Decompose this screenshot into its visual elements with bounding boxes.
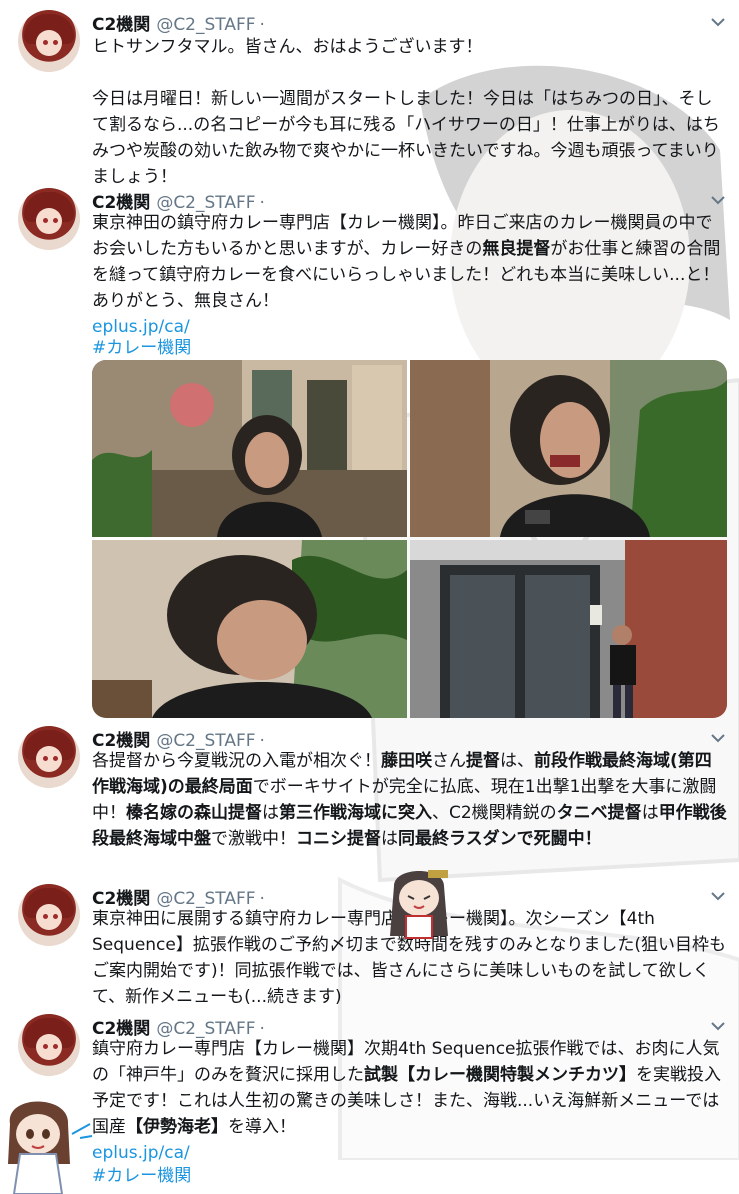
chevron-down-icon[interactable]	[708, 14, 728, 30]
hashtag-link[interactable]: #カレー機関	[92, 335, 728, 361]
avatar[interactable]	[18, 884, 80, 946]
avatar[interactable]	[18, 10, 80, 72]
separator-dot: ·	[259, 15, 265, 35]
tweet-header: C2機関 @C2_STAFF ·	[92, 188, 265, 213]
user-handle[interactable]: @C2_STAFF	[156, 15, 255, 35]
avatar[interactable]	[18, 726, 80, 788]
tweet-text: 東京神田に展開する鎮守府カレー専門店【カレー機関】。次シーズン【4th Sequ…	[92, 909, 726, 1007]
tweet[interactable]: C2機関 @C2_STAFF · 東京神田に展開する鎮守府カレー専門店【カレー機関】…	[0, 884, 739, 1009]
display-name[interactable]: C2機関	[92, 15, 150, 35]
chevron-down-icon[interactable]	[708, 1018, 728, 1034]
tweet-text: 鎮守府カレー専門店【カレー機関】次期4th Sequence拡張作戦では、お肉に…	[92, 1039, 721, 1137]
avatar[interactable]	[18, 188, 80, 250]
photo[interactable]	[92, 540, 407, 718]
tweet[interactable]: C2機関 @C2_STAFF · 各提督から今夏戦況の入電が相次ぐ！藤田咲さん提督は…	[0, 726, 739, 876]
tweet[interactable]: C2機関 @C2_STAFF · ヒトサンフタマル。皆さん、おはようございます！ 今…	[0, 10, 739, 187]
tweet[interactable]: C2機関 @C2_STAFF · 鎮守府カレー専門店【カレー機関】次期4th Seq…	[0, 1014, 739, 1194]
tweet-header: C2機関 @C2_STAFF ·	[92, 1014, 265, 1039]
avatar[interactable]	[18, 1014, 80, 1076]
tweet-header: C2機関 @C2_STAFF ·	[92, 10, 265, 35]
tweet-header: C2機関 @C2_STAFF ·	[92, 726, 265, 751]
tweet-text: ヒトサンフタマル。皆さん、おはようございます！ 今日は月曜日！新しい一週間がスタ…	[92, 37, 720, 187]
photo[interactable]	[410, 360, 727, 537]
tweet-header: C2機関 @C2_STAFF ·	[92, 884, 265, 909]
chevron-down-icon[interactable]	[708, 730, 728, 746]
tweet[interactable]: C2機関 @C2_STAFF · 東京神田の鎮守府カレー専門店【カレー機関】。昨日ご…	[0, 188, 739, 723]
tweet-text: 東京神田の鎮守府カレー専門店【カレー機関】。昨日ご来店のカレー機関員の中でお会い…	[92, 213, 721, 311]
hashtag-link[interactable]: #カレー機関	[92, 1163, 728, 1189]
photo-grid[interactable]	[92, 360, 727, 718]
photo[interactable]	[92, 360, 407, 537]
chevron-down-icon[interactable]	[708, 192, 728, 208]
tweet-text: 各提督から今夏戦況の入電が相次ぐ！藤田咲さん提督は、前段作戦最終海域(第四作戦海…	[92, 751, 727, 849]
chevron-down-icon[interactable]	[708, 888, 728, 904]
photo[interactable]	[410, 540, 727, 718]
